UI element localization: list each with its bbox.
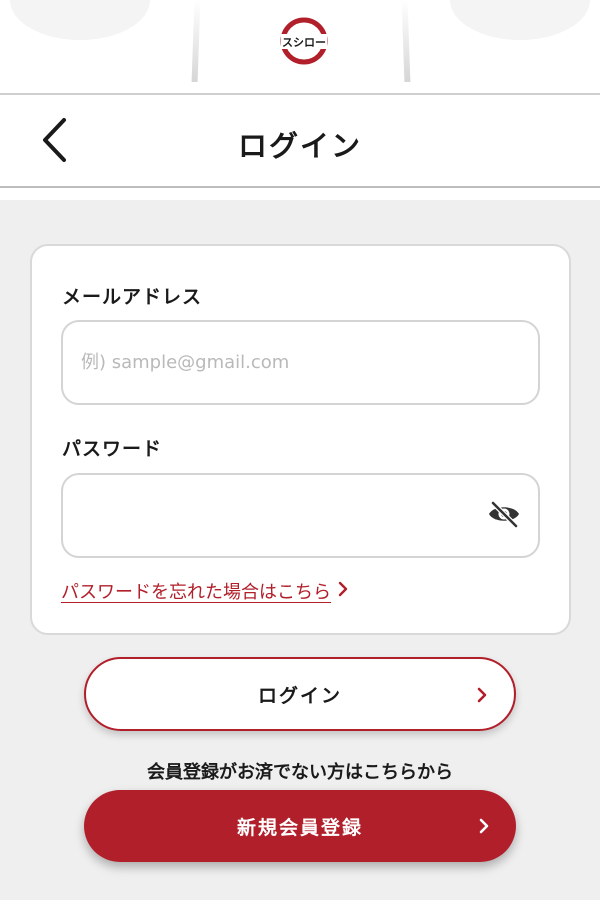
forgot-password-text: パスワードを忘れた場合はこちら	[61, 582, 331, 603]
top-bar-divider-right	[401, 0, 411, 82]
logo-text: スシロー	[282, 36, 326, 49]
forgot-password-link[interactable]: パスワードを忘れた場合はこちら	[61, 578, 349, 604]
login-button[interactable]: ログイン	[84, 657, 516, 731]
page-header: ログイン	[0, 93, 600, 188]
password-input[interactable]	[81, 475, 481, 556]
email-input[interactable]	[81, 322, 481, 403]
register-note: 会員登録がお済でない方はこちらから	[147, 762, 453, 783]
login-form-card: メールアドレス パスワード パスワードを忘れた場合はこちら	[30, 244, 571, 635]
top-bar-decoration-right	[450, 0, 590, 40]
app-top-bar: スシロー	[0, 0, 600, 93]
chevron-right-icon	[478, 817, 490, 839]
top-bar-divider-left	[191, 0, 201, 82]
header-gap	[0, 188, 600, 200]
password-visibility-toggle[interactable]	[486, 500, 522, 532]
sushiro-logo: スシロー	[279, 16, 329, 66]
email-label: メールアドレス	[62, 286, 203, 308]
chevron-right-icon	[476, 686, 488, 708]
login-button-label: ログイン	[257, 684, 342, 707]
eye-slash-icon	[487, 500, 521, 532]
top-bar-decoration-left	[10, 0, 150, 40]
password-field[interactable]	[61, 473, 540, 558]
chevron-right-icon	[337, 581, 349, 601]
page-title: ログイン	[237, 129, 362, 163]
register-button[interactable]: 新規会員登録	[84, 790, 516, 862]
password-label: パスワード	[62, 438, 163, 460]
register-button-label: 新規会員登録	[236, 816, 363, 839]
email-field[interactable]	[61, 320, 540, 405]
